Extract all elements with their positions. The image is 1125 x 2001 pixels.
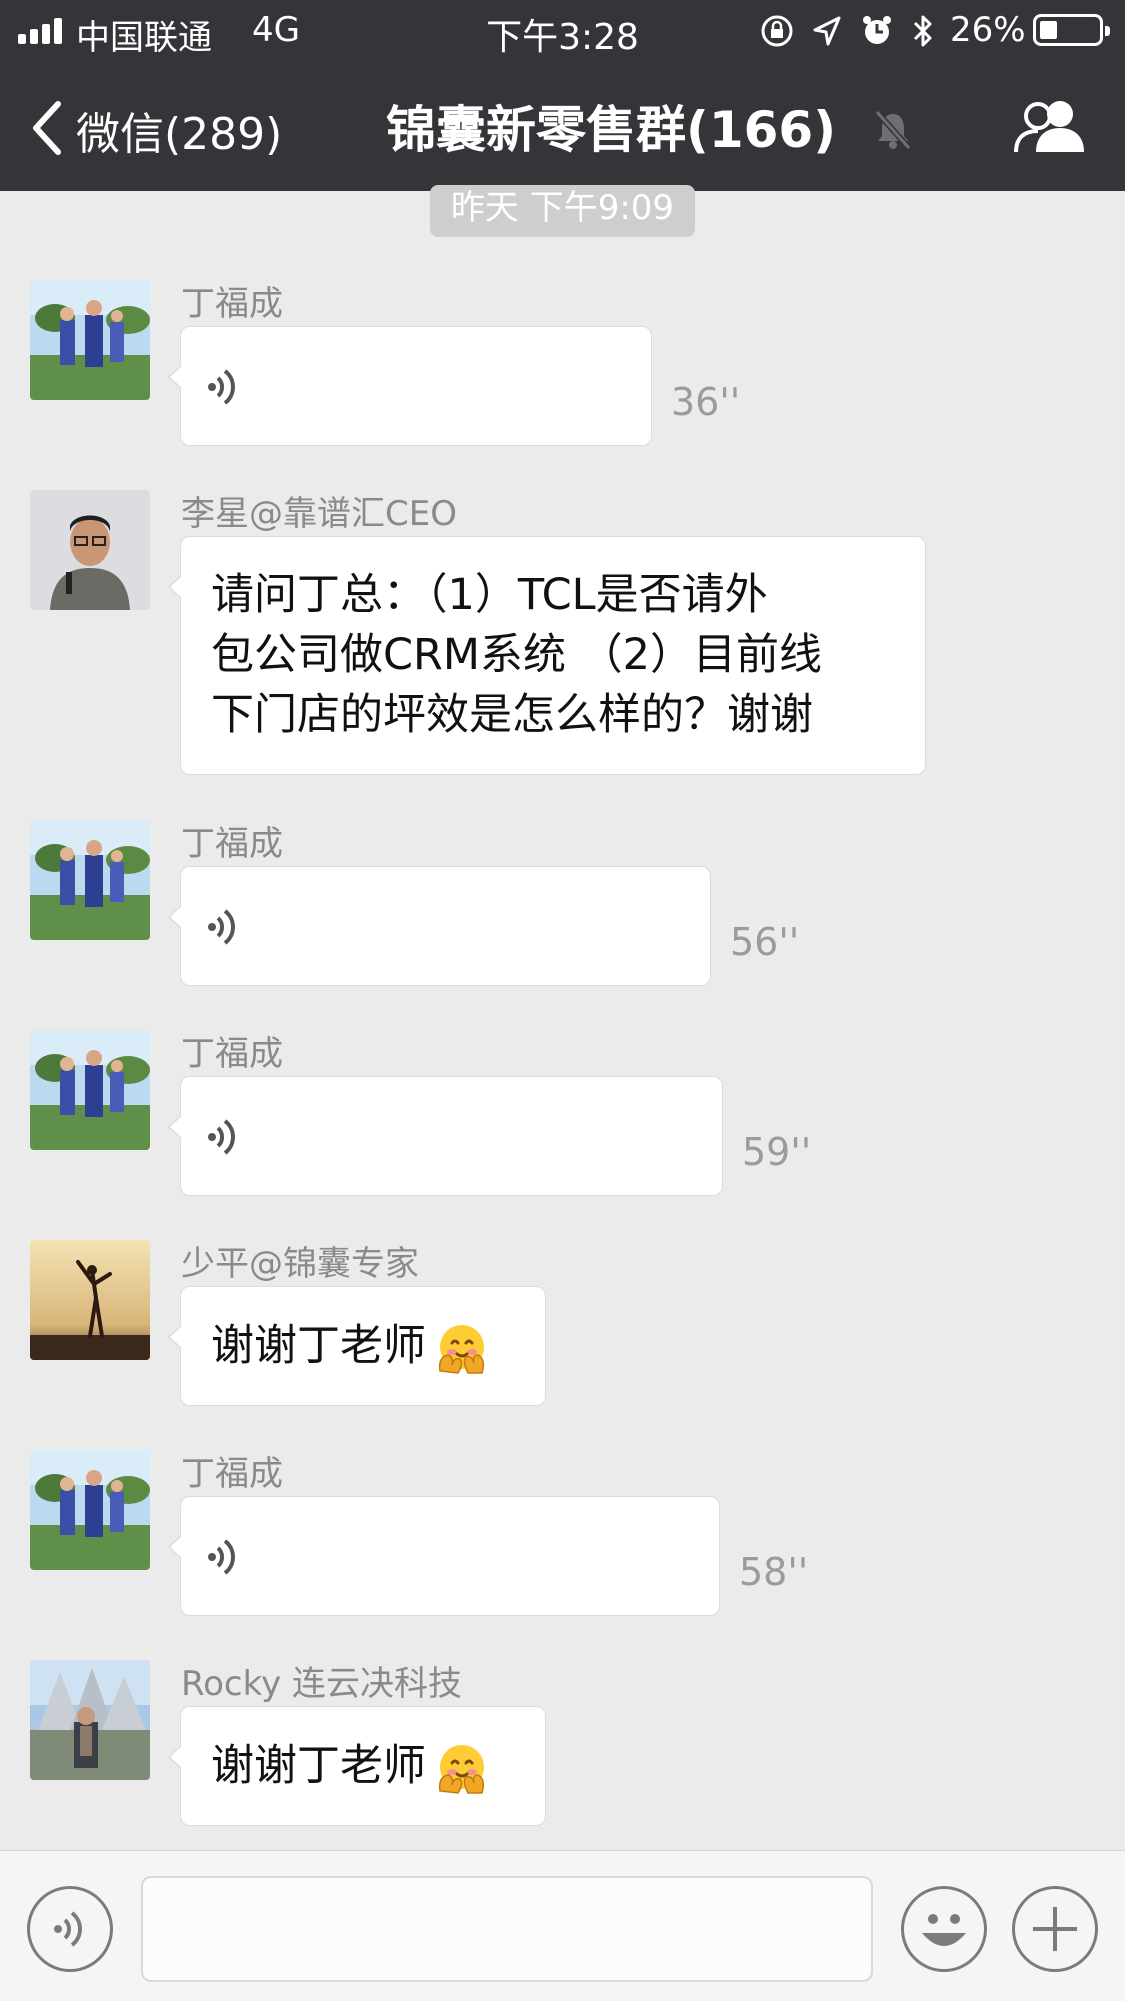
input-bar: [0, 1850, 1125, 2001]
message-text-line: 包公司做CRM系统 （2）目前线: [211, 630, 823, 680]
battery-icon: [1033, 14, 1110, 46]
message-text-line: 谢谢丁老师: [211, 1736, 515, 1797]
sender-name: 少平@锦囊专家: [181, 1244, 419, 1284]
chat-timestamp: 昨天 下午9:09: [430, 185, 695, 237]
bluetooth-icon: [913, 15, 932, 47]
voice-message-bubble[interactable]: [168, 1076, 723, 1196]
sender-name: 丁福成: [181, 1034, 283, 1074]
hugging-face-icon: [438, 1744, 485, 1794]
chat-title: 锦囊新零售群(166): [386, 101, 837, 159]
voice-duration: 36'': [671, 380, 741, 424]
avatar[interactable]: [30, 1030, 150, 1150]
avatar[interactable]: [30, 820, 150, 940]
voice-wave-icon: [208, 909, 235, 945]
status-icons: [760, 12, 950, 50]
emoji-button[interactable]: [901, 1886, 987, 1972]
text-message-bubble[interactable]: 谢谢丁老师: [168, 1286, 546, 1406]
add-button[interactable]: [1012, 1886, 1098, 1972]
smiley-icon: [922, 1914, 966, 1946]
message-text-line: 谢谢丁老师: [211, 1316, 515, 1377]
sender-name: 李星@靠谱汇CEO: [181, 494, 457, 534]
plus-icon: [1033, 1907, 1077, 1951]
back-button[interactable]: 微信(289): [28, 96, 308, 160]
message-row: 李星@靠谱汇CEO 请问丁总：（1）TCL是否请外 包公司做CRM系统 （2）目…: [0, 490, 1125, 780]
top-bar: 中国联通 4G 下午3:28 26% 微信(289) 锦囊新零售群(166): [0, 0, 1125, 191]
message-row: 丁福成 58'': [0, 1450, 1125, 1620]
voice-duration: 58'': [739, 1550, 809, 1594]
voice-wave-icon: [208, 369, 235, 405]
message-row: Rocky 连云决科技 谢谢丁老师: [0, 1660, 1125, 1830]
voice-message-bubble[interactable]: [168, 1496, 720, 1616]
sender-name: Rocky 连云决科技: [181, 1664, 462, 1704]
rotation-lock-icon: [761, 15, 793, 47]
sender-name: 丁福成: [181, 1454, 283, 1494]
voice-message-bubble[interactable]: [168, 326, 652, 446]
avatar[interactable]: [30, 280, 150, 400]
voice-wave-icon: [208, 1539, 235, 1575]
text-message-bubble[interactable]: 请问丁总：（1）TCL是否请外 包公司做CRM系统 （2）目前线 下门店的坪效是…: [168, 536, 926, 775]
alarm-icon: [863, 16, 891, 44]
message-text: 谢谢丁老师: [211, 1321, 426, 1371]
avatar[interactable]: [30, 1450, 150, 1570]
sender-name: 丁福成: [181, 824, 283, 864]
message-row: 丁福成 59'': [0, 1030, 1125, 1200]
message-row: 丁福成 36'': [0, 280, 1125, 450]
message-text-line: 请问丁总：（1）TCL是否请外: [211, 570, 768, 620]
sender-name: 丁福成: [181, 284, 283, 324]
group-info-button[interactable]: [1012, 96, 1088, 158]
voice-wave-icon: [54, 1911, 82, 1947]
voice-duration: 56'': [730, 920, 800, 964]
avatar[interactable]: [30, 1240, 150, 1360]
avatar[interactable]: [30, 1660, 150, 1780]
avatar[interactable]: [30, 490, 150, 610]
message-row: 丁福成 56'': [0, 820, 1125, 990]
voice-duration: 59'': [742, 1130, 812, 1174]
message-text-line: 下门店的坪效是怎么样的？谢谢: [211, 690, 813, 740]
battery-percent: 26%: [950, 10, 1026, 50]
message-text: 谢谢丁老师: [211, 1741, 426, 1791]
location-icon: [813, 16, 841, 46]
chevron-left-icon: [33, 101, 61, 155]
voice-message-bubble[interactable]: [168, 866, 711, 986]
hugging-face-icon: [438, 1324, 485, 1374]
message-input[interactable]: [141, 1876, 873, 1982]
back-label: 微信(289): [76, 109, 283, 160]
bell-slash-icon: [874, 110, 912, 150]
status-bar: 中国联通 4G 下午3:28 26%: [0, 0, 1125, 62]
group-icon: [1014, 101, 1084, 153]
text-message-bubble[interactable]: 谢谢丁老师: [168, 1706, 546, 1826]
message-row: 少平@锦囊专家 谢谢丁老师: [0, 1240, 1125, 1410]
voice-wave-icon: [208, 1119, 235, 1155]
voice-input-button[interactable]: [27, 1886, 113, 1972]
